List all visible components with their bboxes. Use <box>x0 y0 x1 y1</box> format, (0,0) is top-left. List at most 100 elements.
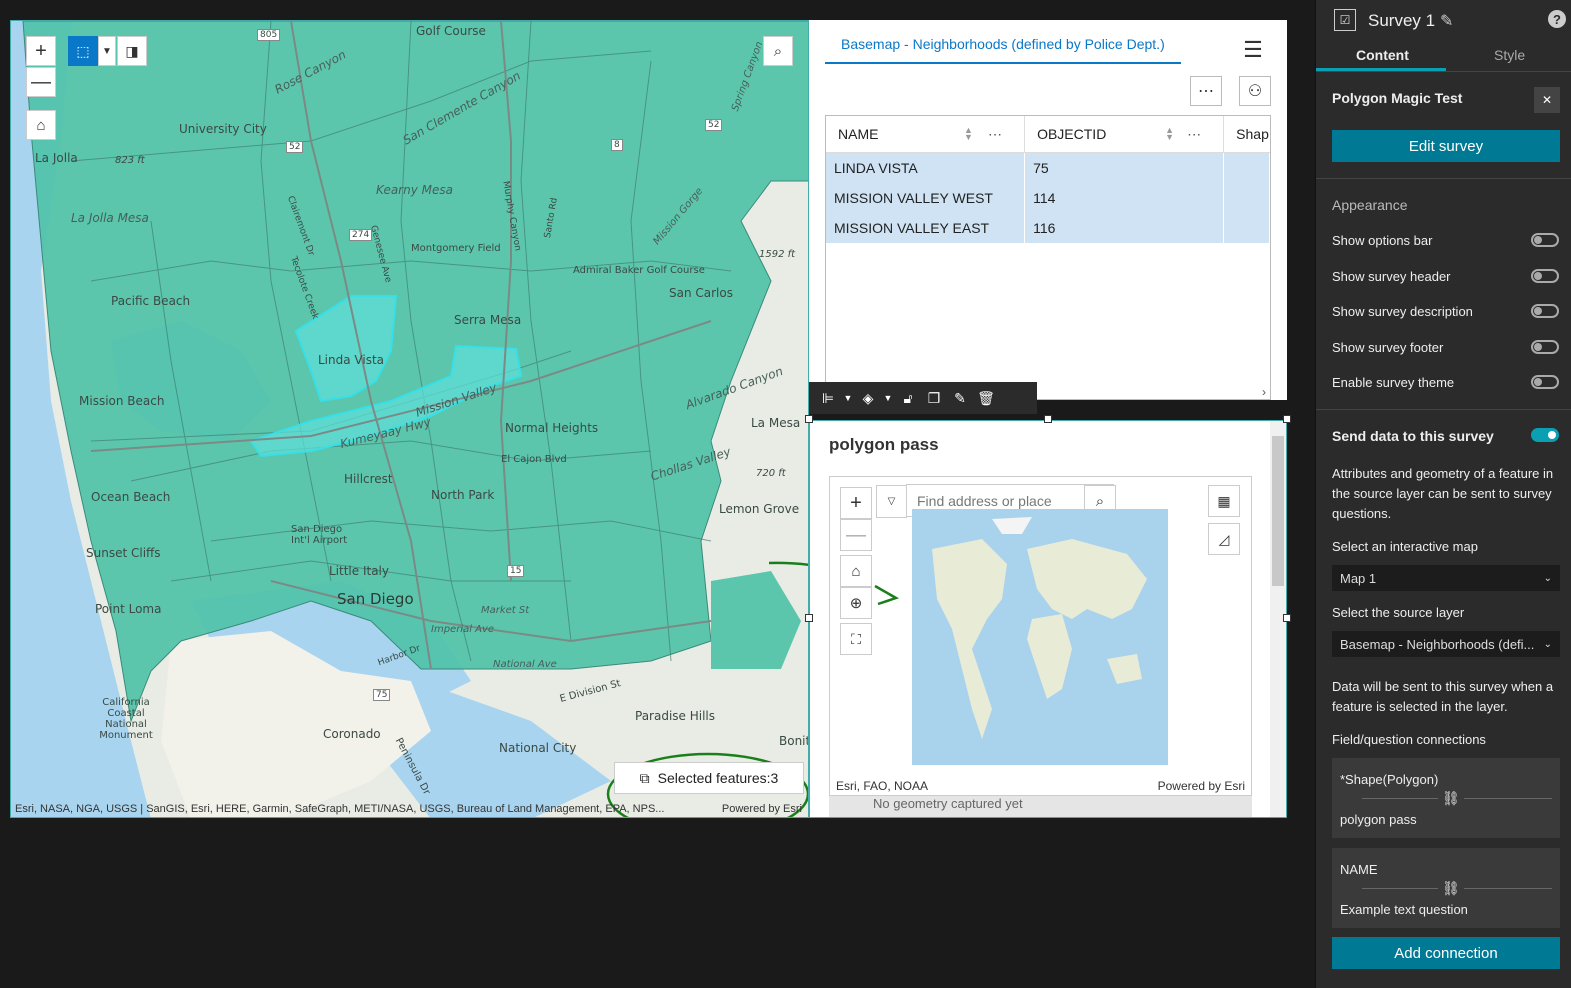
remove-survey-button[interactable]: ✕ <box>1534 87 1560 113</box>
column-header-objectid[interactable]: OBJECTID ▲ ▼ ⋯ <box>1025 116 1225 152</box>
map-label: San Diego <box>337 590 414 608</box>
zoom-in-button[interactable]: + <box>26 36 56 66</box>
geometry-question-map[interactable]: + — ⌂ ⊕ ⛶ ▽ Find address or place ⌕ ▦ ◿ … <box>829 476 1252 796</box>
layer-select[interactable]: Basemap - Neighborhoods (defi... ⌄ <box>1332 631 1560 657</box>
column-header-shape[interactable]: Shap <box>1224 116 1270 152</box>
survey-widget[interactable]: polygon pass + — ⌂ ⊕ ⛶ ▽ Find address or… <box>809 420 1287 818</box>
resize-handle[interactable] <box>1044 415 1052 423</box>
column-menu-icon[interactable]: ⋯ <box>1187 126 1201 143</box>
selection-icon: ⧉ <box>639 769 650 786</box>
connection-card[interactable]: *Shape(Polygon) ⛓ polygon pass <box>1332 758 1560 838</box>
connection-card[interactable]: NAME ⛓ Example text question <box>1332 848 1560 928</box>
attribute-table: NAME ▲ ▼ ⋯ OBJECTID ▲ ▼ ⋯ Shap LINDA VISTA… <box>825 115 1271 400</box>
map-label: Little Italy <box>329 564 389 578</box>
map-label: Paradise Hills <box>635 709 716 723</box>
highway-shield: 8 <box>611 139 623 151</box>
map-search-button[interactable]: ⌕ <box>763 36 793 66</box>
map-label: North Park <box>431 488 495 502</box>
column-label: OBJECTID <box>1037 126 1107 142</box>
send-data-description: Attributes and geometry of a feature in … <box>1332 466 1554 521</box>
map-label: Lemon Grove <box>719 502 800 516</box>
powered-by-esri[interactable]: Powered by Esri <box>722 803 802 815</box>
cell-objectid: 75 <box>1025 153 1225 183</box>
world-map-drawing <box>932 517 1147 739</box>
send-data-label: Send data to this survey <box>1332 428 1494 444</box>
edit-survey-button[interactable]: Edit survey <box>1332 130 1560 162</box>
column-header-name[interactable]: NAME ▲ ▼ ⋯ <box>826 116 1026 152</box>
table-row[interactable]: MISSION VALLEY WEST 114 <box>826 183 1270 213</box>
inner-powered-by[interactable]: Powered by Esri <box>1158 779 1245 793</box>
sort-icon[interactable]: ▲ ▼ <box>964 126 973 142</box>
map-label: Normal Heights <box>505 421 599 435</box>
table-more-button[interactable]: ⋯ <box>1190 76 1222 106</box>
delete-icon[interactable]: 🗑︎ <box>973 390 999 407</box>
toggle-survey-footer[interactable] <box>1531 340 1559 354</box>
chevron-down-icon: ⌄ <box>1543 638 1552 650</box>
sort-icon[interactable]: ▲ ▼ <box>1165 126 1174 142</box>
resize-handle[interactable] <box>805 614 813 622</box>
toggle-survey-description[interactable] <box>1531 304 1559 318</box>
resize-handle[interactable] <box>1283 415 1291 423</box>
home-button[interactable]: ⌂ <box>26 110 56 140</box>
toggle-survey-theme[interactable] <box>1531 375 1559 389</box>
grid-options-icon: ⚇ <box>1247 83 1263 100</box>
resize-handle[interactable] <box>805 415 813 423</box>
clear-selection-button[interactable]: ◨ <box>117 36 147 66</box>
search-placeholder: Find address or place <box>917 492 1052 509</box>
map-label: Ocean Beach <box>91 490 171 504</box>
edit-icon[interactable]: ✎ <box>947 390 973 407</box>
tab-content[interactable]: Content <box>1356 47 1409 63</box>
table-tab[interactable]: Basemap - Neighborhoods (defined by Poli… <box>825 36 1181 64</box>
toggle-survey-header[interactable] <box>1531 269 1559 283</box>
qr-code-button[interactable]: ▦ <box>1208 485 1240 517</box>
fullscreen-button[interactable]: ⛶ <box>840 623 872 655</box>
map-label: California Coastal National Monument <box>99 697 153 741</box>
cell-name: MISSION VALLEY EAST <box>826 213 1026 243</box>
map-select[interactable]: Map 1 ⌄ <box>1332 565 1560 591</box>
home-button[interactable]: ⌂ <box>840 555 872 587</box>
main-map[interactable]: Golf Course University City La Jolla La … <box>10 20 809 818</box>
zoom-out-button[interactable]: — <box>840 519 872 551</box>
search-source-dropdown[interactable]: ▽ <box>876 485 907 518</box>
lock-icon[interactable]: 🔓︎ <box>895 390 921 407</box>
caret-down-icon: ▼ <box>102 45 112 57</box>
caret-down-icon[interactable]: ▼ <box>881 393 895 403</box>
layers-icon[interactable]: ◈ <box>855 390 881 407</box>
chevron-down-icon: ⌄ <box>1543 572 1552 584</box>
locate-icon: ⊕ <box>849 595 863 612</box>
table-row[interactable]: MISSION VALLEY EAST 116 <box>826 213 1270 243</box>
resize-handle[interactable] <box>1283 614 1291 622</box>
toggle-options-bar[interactable] <box>1531 233 1559 247</box>
toggle-send-data[interactable] <box>1531 428 1559 442</box>
zoom-in-button[interactable]: + <box>840 487 872 519</box>
appearance-heading: Appearance <box>1332 197 1408 213</box>
selected-features-button[interactable]: ⧉ Selected features:3 <box>614 762 804 794</box>
settings-panel: ☑ Survey 1 ✎ ? Content Style Polygon Mag… <box>1315 0 1571 988</box>
tab-style[interactable]: Style <box>1494 47 1525 63</box>
column-menu-icon[interactable]: ⋯ <box>988 126 1002 143</box>
align-icon[interactable]: ⊫ <box>815 390 841 407</box>
table-options-button[interactable]: ⚇ <box>1239 76 1271 106</box>
no-geometry-message: No geometry captured yet <box>829 796 1252 817</box>
scrollbar-thumb[interactable] <box>1272 436 1284 586</box>
select-tool-button[interactable]: ⬚ <box>68 36 98 66</box>
locate-button[interactable]: ⊕ <box>840 587 872 619</box>
map-label: Golf Course <box>416 24 486 38</box>
layer-select-label: Select the source layer <box>1332 605 1465 620</box>
caret-down-icon[interactable]: ▼ <box>841 393 855 403</box>
map-label: National City <box>499 741 577 755</box>
select-tool-dropdown[interactable]: ▼ <box>98 36 116 66</box>
rename-icon[interactable]: ✎ <box>1440 11 1453 31</box>
toggle-label: Show options bar <box>1332 233 1433 248</box>
survey-widget-icon: ☑ <box>1334 9 1356 31</box>
duplicate-icon[interactable]: ❐ <box>921 390 947 407</box>
table-layers-menu[interactable]: ☰ <box>1237 35 1269 65</box>
connection-question: polygon pass <box>1340 812 1417 827</box>
scroll-right-icon[interactable]: › <box>1262 385 1266 399</box>
draw-polygon-button[interactable]: ◿ <box>1208 523 1240 555</box>
highway-shield: 15 <box>507 565 525 577</box>
add-connection-button[interactable]: Add connection <box>1332 937 1560 969</box>
table-row[interactable]: LINDA VISTA 75 <box>826 153 1270 183</box>
zoom-out-button[interactable]: — <box>26 67 56 97</box>
help-icon[interactable]: ? <box>1548 10 1566 28</box>
